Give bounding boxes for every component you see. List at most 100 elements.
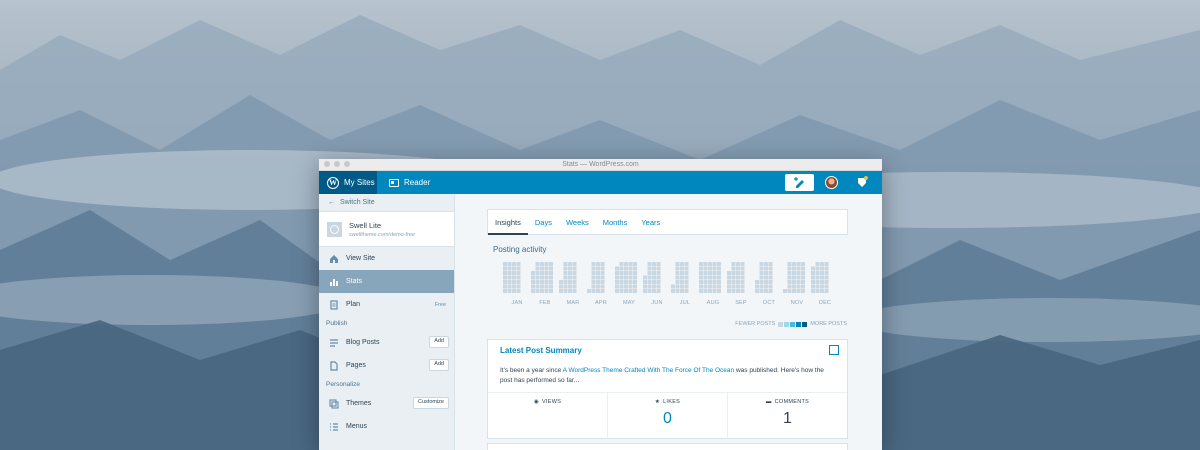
- heatmap-day[interactable]: [656, 280, 661, 284]
- heatmap-day[interactable]: [512, 262, 516, 266]
- heatmap-day[interactable]: [503, 271, 507, 275]
- heatmap-day[interactable]: [712, 271, 717, 275]
- heatmap-day[interactable]: [708, 262, 712, 266]
- heatmap-day[interactable]: [684, 271, 689, 275]
- heatmap-day[interactable]: [628, 284, 633, 289]
- heatmap-day[interactable]: [783, 289, 787, 293]
- heatmap-day[interactable]: [531, 271, 535, 275]
- heatmap-day[interactable]: [727, 271, 731, 275]
- heatmap-day[interactable]: [811, 284, 815, 289]
- heatmap-day[interactable]: [615, 275, 619, 280]
- heatmap-day[interactable]: [824, 289, 829, 293]
- heatmap-day[interactable]: [736, 280, 740, 284]
- heatmap-day[interactable]: [591, 262, 596, 266]
- heatmap-day[interactable]: [633, 275, 637, 280]
- heatmap-day[interactable]: [596, 266, 600, 271]
- heatmap-day[interactable]: [764, 275, 768, 280]
- heatmap-day[interactable]: [703, 280, 708, 284]
- heatmap-day[interactable]: [684, 284, 689, 289]
- heatmap-day[interactable]: [699, 284, 703, 289]
- add-post-button[interactable]: Add: [429, 336, 449, 348]
- heatmap-day[interactable]: [684, 262, 689, 266]
- heatmap-day[interactable]: [792, 262, 796, 266]
- heatmap-day[interactable]: [712, 289, 717, 293]
- heatmap-day[interactable]: [591, 266, 596, 271]
- heatmap-day[interactable]: [559, 289, 563, 293]
- heatmap-day[interactable]: [820, 262, 824, 266]
- switch-site-link[interactable]: ← Switch Site: [319, 194, 454, 211]
- heatmap-day[interactable]: [516, 280, 521, 284]
- heatmap-day[interactable]: [731, 289, 736, 293]
- heatmap-day[interactable]: [815, 284, 820, 289]
- heatmap-day[interactable]: [652, 266, 656, 271]
- tab-weeks[interactable]: Weeks: [559, 210, 596, 235]
- heatmap-day[interactable]: [699, 266, 703, 271]
- heatmap-day[interactable]: [675, 284, 680, 289]
- heatmap-day[interactable]: [699, 262, 703, 266]
- heatmap-day[interactable]: [516, 271, 521, 275]
- heatmap-day[interactable]: [755, 280, 759, 284]
- heatmap-day[interactable]: [544, 280, 549, 284]
- heatmap-day[interactable]: [615, 280, 619, 284]
- heatmap-day[interactable]: [759, 280, 764, 284]
- heatmap-day[interactable]: [572, 280, 577, 284]
- heatmap-day[interactable]: [619, 275, 624, 280]
- heatmap-day[interactable]: [535, 266, 540, 271]
- heatmap-day[interactable]: [764, 280, 768, 284]
- heatmap-day[interactable]: [563, 289, 568, 293]
- heatmap-day[interactable]: [656, 271, 661, 275]
- sidebar-item-stats[interactable]: Stats: [319, 270, 454, 293]
- heatmap-day[interactable]: [549, 284, 553, 289]
- heatmap-day[interactable]: [531, 280, 535, 284]
- heatmap-day[interactable]: [503, 275, 507, 280]
- heatmap-day[interactable]: [535, 271, 540, 275]
- heatmap-day[interactable]: [684, 266, 689, 271]
- heatmap-day[interactable]: [815, 262, 820, 266]
- sidebar-item-menus[interactable]: Menus: [319, 415, 454, 438]
- heatmap-day[interactable]: [544, 271, 549, 275]
- heatmap-day[interactable]: [796, 262, 801, 266]
- heatmap-day[interactable]: [512, 289, 516, 293]
- heatmap-day[interactable]: [727, 284, 731, 289]
- heatmap-day[interactable]: [671, 289, 675, 293]
- tab-months[interactable]: Months: [596, 210, 635, 235]
- heatmap-day[interactable]: [731, 262, 736, 266]
- heatmap-day[interactable]: [787, 275, 792, 280]
- heatmap-day[interactable]: [792, 266, 796, 271]
- heatmap-day[interactable]: [768, 280, 773, 284]
- heatmap-day[interactable]: [675, 262, 680, 266]
- heatmap-day[interactable]: [544, 284, 549, 289]
- heatmap-day[interactable]: [768, 266, 773, 271]
- heatmap-day[interactable]: [717, 271, 721, 275]
- heatmap-day[interactable]: [680, 271, 684, 275]
- heatmap-day[interactable]: [796, 289, 801, 293]
- heatmap-day[interactable]: [801, 280, 805, 284]
- heatmap-day[interactable]: [563, 262, 568, 266]
- heatmap-day[interactable]: [796, 280, 801, 284]
- heatmap-day[interactable]: [759, 275, 764, 280]
- heatmap-day[interactable]: [824, 266, 829, 271]
- heatmap-day[interactable]: [811, 275, 815, 280]
- heatmap-day[interactable]: [712, 262, 717, 266]
- avatar[interactable]: [825, 176, 838, 189]
- heatmap-day[interactable]: [628, 280, 633, 284]
- heatmap-day[interactable]: [764, 266, 768, 271]
- heatmap-day[interactable]: [736, 271, 740, 275]
- heatmap-day[interactable]: [619, 271, 624, 275]
- heatmap-day[interactable]: [768, 284, 773, 289]
- heatmap-day[interactable]: [815, 289, 820, 293]
- heatmap-day[interactable]: [736, 262, 740, 266]
- heatmap-day[interactable]: [647, 262, 652, 266]
- latest-post-title[interactable]: Latest Post Summary: [500, 346, 582, 355]
- heatmap-day[interactable]: [764, 271, 768, 275]
- heatmap-day[interactable]: [540, 280, 544, 284]
- current-site-card[interactable]: Swell Lite swelltheme.com/demo-free: [319, 211, 454, 247]
- heatmap-day[interactable]: [801, 262, 805, 266]
- heatmap-day[interactable]: [549, 266, 553, 271]
- heatmap-day[interactable]: [736, 266, 740, 271]
- heatmap-day[interactable]: [572, 271, 577, 275]
- heatmap-day[interactable]: [619, 266, 624, 271]
- heatmap-day[interactable]: [633, 262, 637, 266]
- heatmap-day[interactable]: [633, 271, 637, 275]
- heatmap-day[interactable]: [811, 280, 815, 284]
